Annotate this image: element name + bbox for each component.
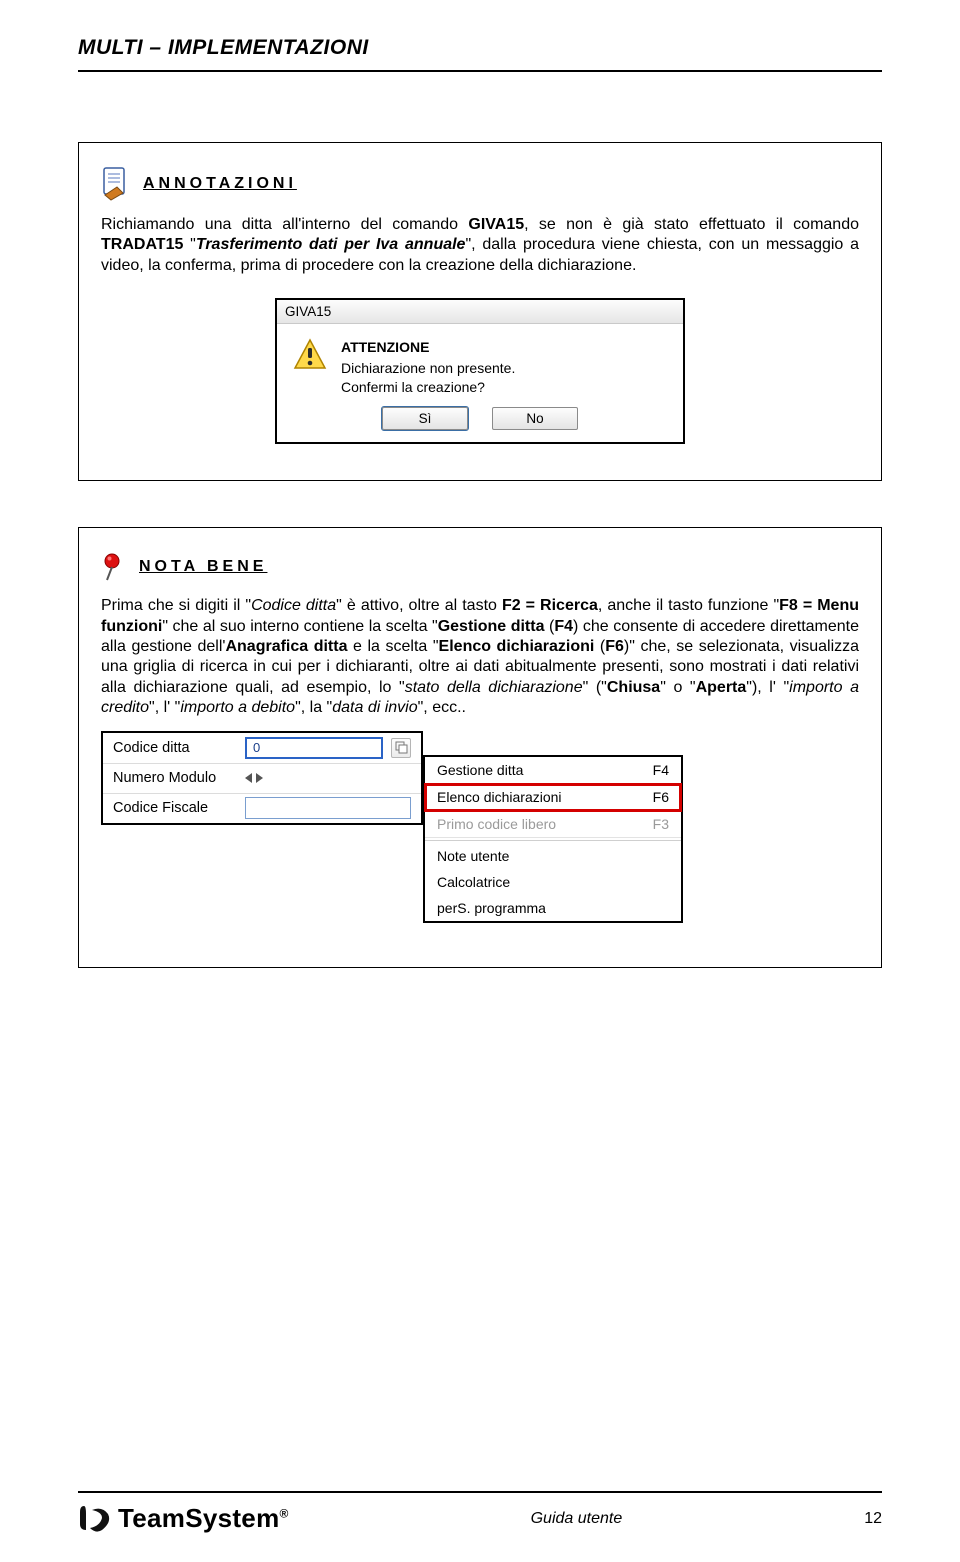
- lookup-icon[interactable]: [391, 738, 411, 758]
- dialog-text: ATTENZIONE Dichiarazione non presente. C…: [341, 338, 515, 397]
- menu-note-utente[interactable]: Note utente: [425, 843, 681, 869]
- input-codice-ditta[interactable]: 0: [245, 737, 383, 759]
- footer-center: Guida utente: [531, 1510, 623, 1528]
- menu-elenco-dichiarazioni[interactable]: Elenco dichiarazioniF6: [425, 784, 681, 811]
- logo-icon: [78, 1504, 112, 1534]
- input-codice-fiscale[interactable]: [245, 797, 411, 819]
- warning-icon: [293, 338, 327, 372]
- context-menu: Gestione dittaF4 Elenco dichiarazioniF6 …: [423, 755, 683, 923]
- menu-separator: [425, 840, 681, 841]
- page-title: MULTI – IMPLEMENTAZIONI: [78, 36, 882, 60]
- nota-bene-box: NOTA BENE Prima che si digiti il "Codice…: [78, 527, 882, 968]
- menu-pers-programma[interactable]: perS. programma: [425, 895, 681, 921]
- dialog-title: GIVA15: [277, 300, 683, 324]
- menu-calcolatrice[interactable]: Calcolatrice: [425, 869, 681, 895]
- nota-bene-paragraph: Prima che si digiti il "Codice ditta" è …: [101, 596, 859, 719]
- form-panel: Codice ditta 0 Numero Modulo Codice Fisc…: [101, 731, 423, 825]
- footer-rule: [78, 1491, 882, 1493]
- page-footer: TeamSystem® Guida utente 12: [78, 1491, 882, 1534]
- annotazioni-paragraph: Richiamando una ditta all'interno del co…: [101, 215, 859, 276]
- label-codice-ditta: Codice ditta: [113, 740, 237, 756]
- dialog-yes-button[interactable]: Sì: [382, 407, 468, 430]
- label-numero-modulo: Numero Modulo: [113, 770, 237, 786]
- annotation-icon: [101, 167, 131, 201]
- modulo-stepper[interactable]: [245, 773, 263, 783]
- annotazioni-box: ANNOTAZIONI Richiamando una ditta all'in…: [78, 142, 882, 481]
- attenzione-dialog: GIVA15 ATTENZIONE Dichiarazione non pres…: [275, 298, 685, 444]
- label-codice-fiscale: Codice Fiscale: [113, 800, 237, 816]
- menu-primo-codice-libero: Primo codice liberoF3: [425, 811, 681, 838]
- dialog-no-button[interactable]: No: [492, 407, 578, 430]
- menu-gestione-ditta[interactable]: Gestione dittaF4: [425, 757, 681, 784]
- annotazioni-title: ANNOTAZIONI: [143, 175, 297, 193]
- chevron-right-icon[interactable]: [256, 773, 263, 783]
- header-rule: [78, 70, 882, 72]
- chevron-left-icon[interactable]: [245, 773, 252, 783]
- pin-icon: [101, 552, 127, 582]
- brand-logo: TeamSystem®: [78, 1503, 289, 1534]
- footer-page-number: 12: [864, 1510, 882, 1528]
- nota-bene-title: NOTA BENE: [139, 558, 267, 576]
